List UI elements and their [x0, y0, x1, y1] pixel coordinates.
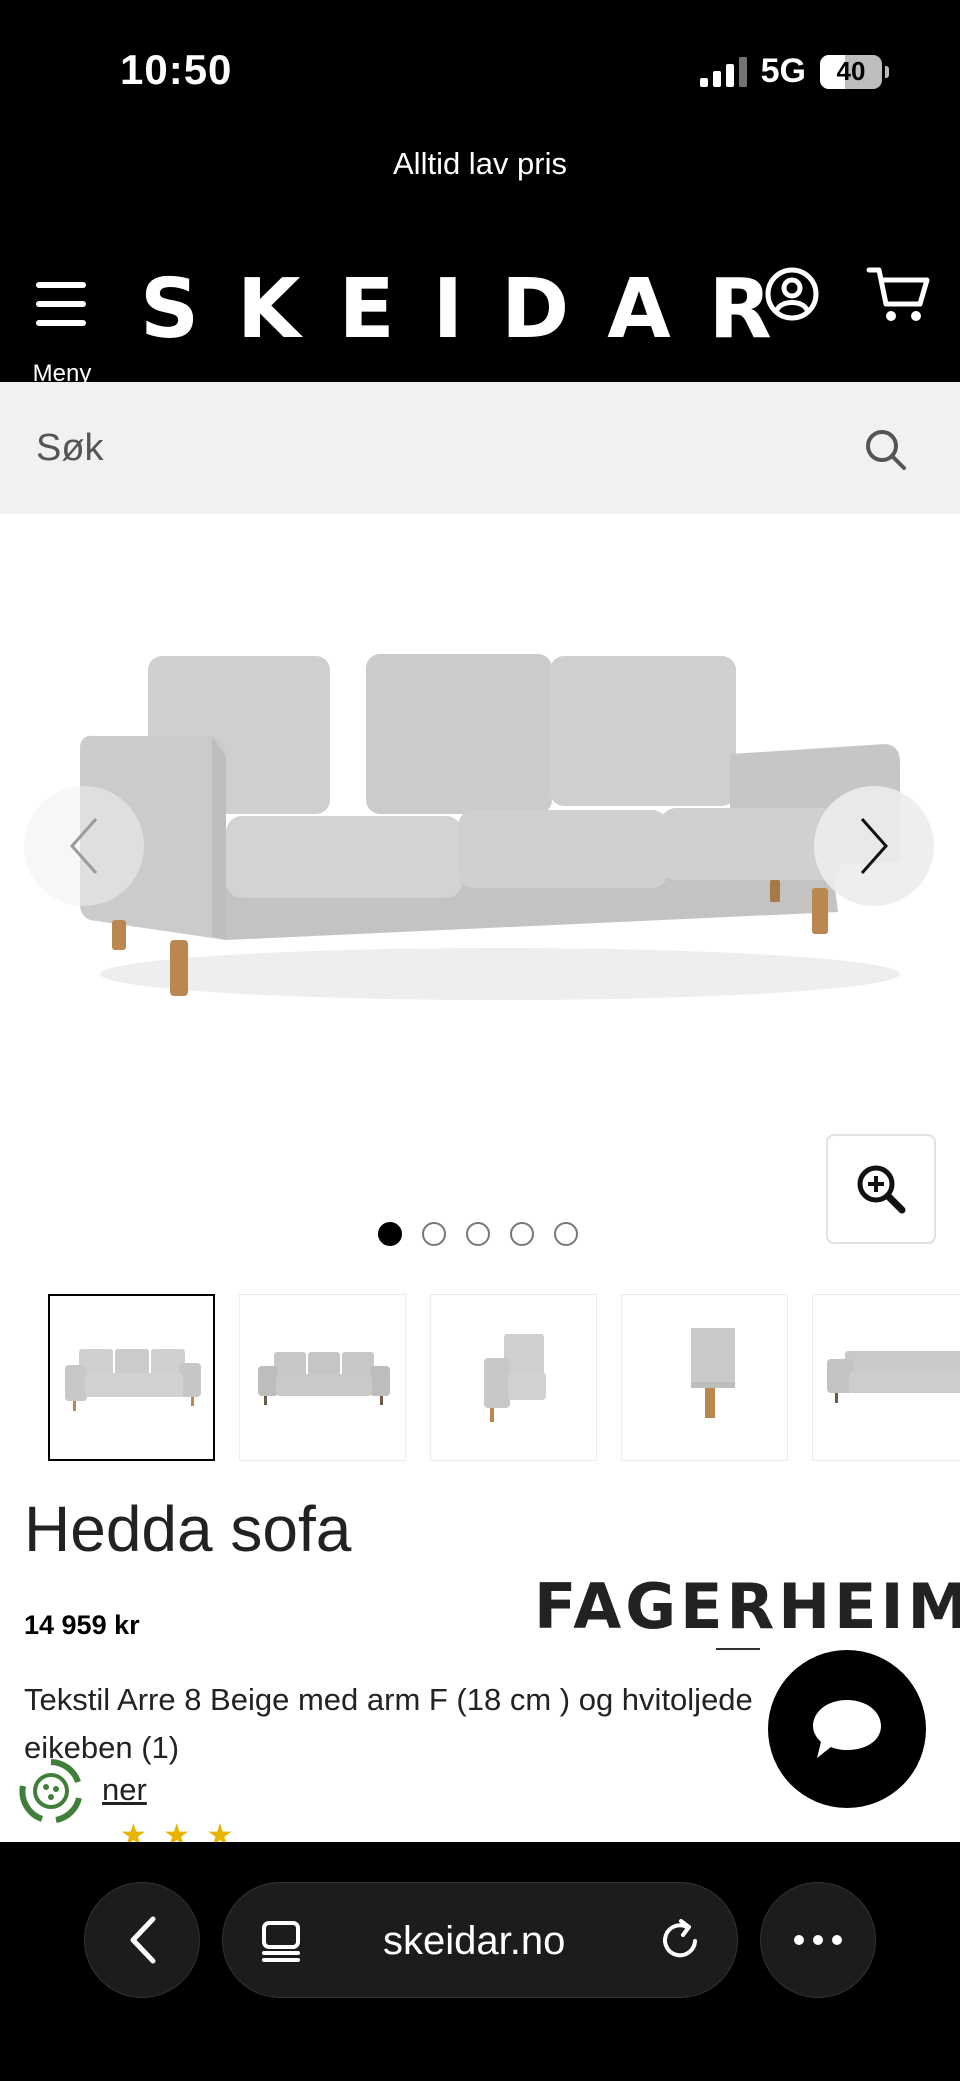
status-bar: 10:50 5G 40 [0, 0, 960, 140]
address-bar[interactable]: skeidar.no [222, 1882, 738, 1998]
battery-icon: 40 [820, 54, 889, 89]
url-text: skeidar.no [383, 1919, 566, 1963]
browser-toolbar: skeidar.no [0, 1842, 960, 2081]
tabs-icon[interactable] [259, 1919, 303, 1963]
rating-stars: ★ ★ ★ [120, 1819, 238, 1842]
shopping-cart-icon[interactable] [866, 262, 932, 326]
signal-icon [699, 56, 747, 87]
eco-recycle-icon[interactable] [16, 1756, 86, 1826]
chat-button[interactable] [768, 1650, 926, 1808]
site-header: Meny SKEIDAR [0, 240, 960, 387]
ellipsis-dot [832, 1935, 842, 1945]
browser-more-button[interactable] [760, 1882, 876, 1998]
product-description: Tekstil Arre 8 Beige med arm F (18 cm ) … [24, 1682, 753, 1765]
ellipsis-dot [813, 1935, 823, 1945]
battery-level: 40 [836, 56, 866, 86]
user-circle-icon[interactable] [764, 266, 820, 322]
more-link[interactable]: ner [102, 1772, 147, 1808]
promo-text: Alltid lav pris [393, 146, 567, 181]
menu-button[interactable]: Meny [28, 270, 98, 387]
reload-icon[interactable] [657, 1917, 703, 1963]
chevron-left-icon [130, 1916, 156, 1964]
ellipsis-dot [794, 1935, 804, 1945]
status-time: 10:50 [120, 46, 233, 93]
status-indicators: 5G 40 [699, 52, 889, 91]
product-page: Hedda sofa 14 959 kr FAGERHEIM Tekstil A… [0, 382, 960, 1842]
site-logo[interactable]: SKEIDAR [140, 260, 810, 360]
description-clip: Tekstil Arre 8 Beige med arm F (18 cm ) … [0, 382, 960, 1842]
promo-banner: Alltid lav pris [0, 140, 960, 240]
network-label: 5G [760, 52, 806, 90]
browser-back-button[interactable] [84, 1882, 200, 1998]
chat-bubble-icon [813, 1700, 881, 1758]
